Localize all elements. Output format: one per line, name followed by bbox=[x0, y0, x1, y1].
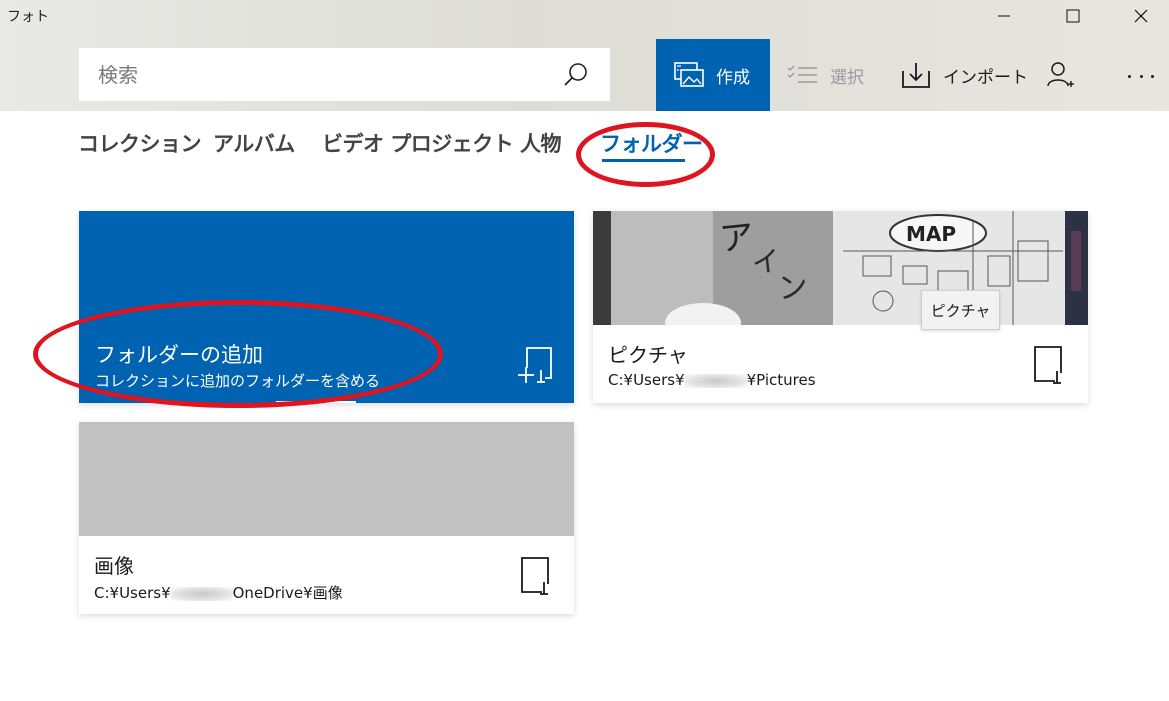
create-icon bbox=[674, 62, 704, 87]
import-label: インポート bbox=[943, 67, 1028, 88]
close-button[interactable] bbox=[1118, 0, 1164, 32]
more-options-button[interactable] bbox=[1124, 62, 1158, 90]
folder-thumbnail-pictures: ア イ ン MAP bbox=[593, 211, 1088, 325]
redacted-username bbox=[684, 373, 747, 388]
tab-people[interactable]: 人物 bbox=[520, 128, 562, 158]
more-dot-icon bbox=[1139, 74, 1143, 78]
select-label: 選択 bbox=[830, 67, 864, 88]
folder-name-images: 画像 bbox=[94, 554, 134, 578]
folder-path-pictures: C:¥Users¥ ¥Pictures bbox=[608, 371, 816, 389]
thumbnail-image: ア イ ン MAP bbox=[593, 211, 1088, 325]
create-button[interactable]: 作成 bbox=[656, 39, 770, 111]
folder-card-pictures[interactable]: ア イ ン MAP ピクチャ C:¥Users¥ ¥Pictures bbox=[593, 211, 1088, 403]
photos-app-window: フォト 作成 bbox=[0, 0, 1169, 701]
search-box bbox=[79, 48, 610, 101]
app-title: フォト bbox=[7, 9, 49, 25]
tooltip-pictures: ピクチャ bbox=[921, 290, 1000, 330]
minimize-button[interactable] bbox=[981, 0, 1027, 32]
tab-album[interactable]: アルバム bbox=[213, 128, 295, 158]
add-person-icon[interactable] bbox=[1046, 60, 1076, 90]
more-dot-icon bbox=[1151, 74, 1154, 78]
folder-path-prefix: C:¥Users¥ bbox=[94, 584, 171, 602]
folder-path-images: C:¥Users¥ OneDrive¥画像 bbox=[94, 582, 343, 603]
thumbnail-map-text: MAP bbox=[906, 222, 956, 246]
add-folder-icon bbox=[518, 347, 552, 383]
search-input[interactable] bbox=[98, 54, 538, 95]
app-header: フォト 作成 bbox=[0, 0, 1169, 111]
svg-text:ン: ン bbox=[776, 269, 809, 307]
folder-name-pictures: ピクチャ bbox=[608, 343, 688, 367]
close-icon bbox=[1134, 9, 1148, 23]
maximize-button[interactable] bbox=[1050, 0, 1096, 32]
search-icon[interactable] bbox=[562, 61, 590, 89]
select-list-icon bbox=[787, 65, 817, 83]
minimize-icon bbox=[998, 15, 1010, 17]
select-button[interactable]: 選択 bbox=[786, 56, 864, 94]
folder-path-suffix: OneDrive¥画像 bbox=[232, 584, 343, 602]
import-button[interactable]: インポート bbox=[901, 56, 1028, 94]
more-dot-icon bbox=[1128, 74, 1131, 78]
folder-icon[interactable] bbox=[520, 556, 550, 596]
folder-card-images[interactable]: 画像 C:¥Users¥ OneDrive¥画像 bbox=[79, 422, 574, 614]
maximize-icon bbox=[1066, 9, 1080, 23]
tab-collection[interactable]: コレクション bbox=[78, 128, 202, 158]
create-label: 作成 bbox=[716, 67, 750, 88]
redacted-username bbox=[170, 586, 233, 601]
folder-path-suffix: ¥Pictures bbox=[746, 371, 816, 389]
folder-thumbnail-images bbox=[79, 422, 574, 536]
tab-video-project[interactable]: ビデオ プロジェクト bbox=[322, 128, 514, 158]
folder-icon[interactable] bbox=[1033, 345, 1063, 385]
folder-path-prefix: C:¥Users¥ bbox=[608, 371, 685, 389]
highlight-circle-add-folder bbox=[33, 300, 443, 408]
highlight-circle-folders-tab bbox=[576, 122, 715, 187]
import-icon bbox=[902, 63, 930, 88]
